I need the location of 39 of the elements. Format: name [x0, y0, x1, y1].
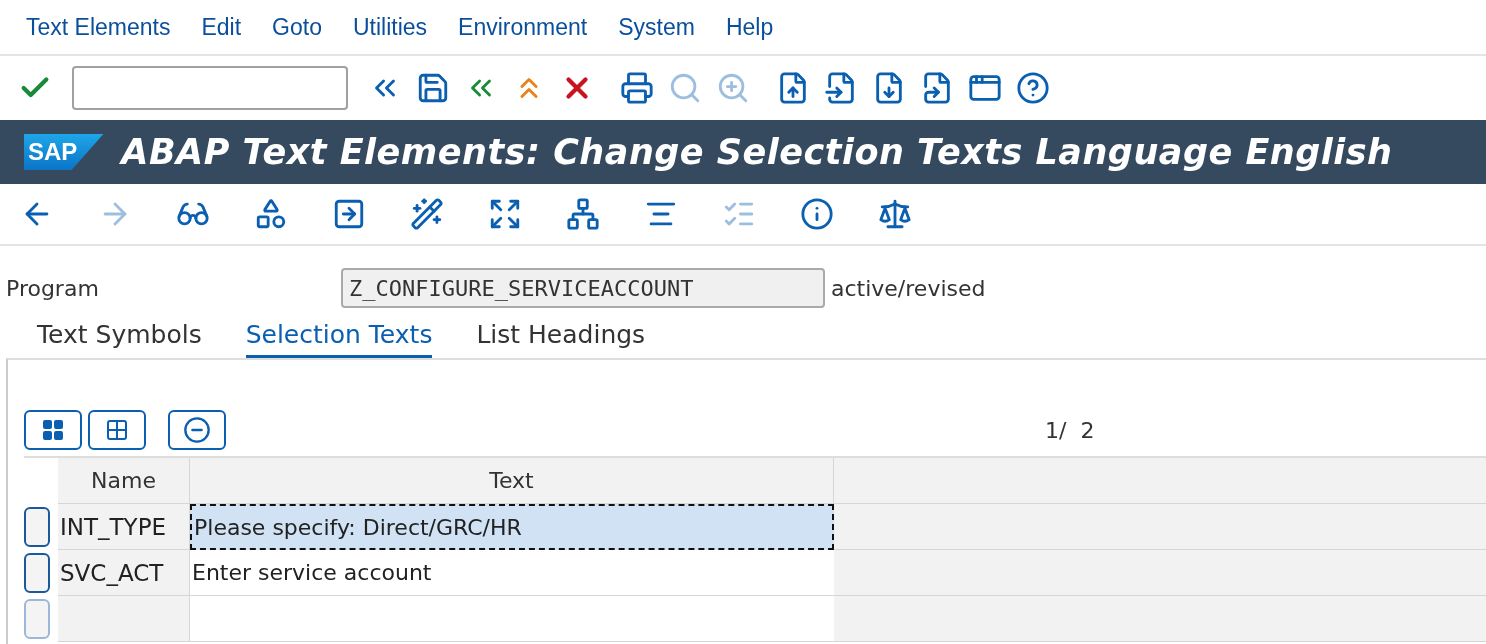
menu-item[interactable]: System: [618, 13, 695, 41]
column-header: Text: [190, 458, 834, 504]
status-text: active/revised: [831, 275, 986, 301]
row-selector[interactable]: [24, 553, 50, 593]
tab[interactable]: Selection Texts: [245, 320, 433, 358]
info-icon[interactable]: [800, 197, 834, 231]
text-input-cell[interactable]: Please specify: Direct/GRC/HR: [190, 504, 834, 550]
scale-icon[interactable]: [878, 197, 912, 231]
menu-item[interactable]: Goto: [272, 13, 322, 41]
save-icon[interactable]: [416, 71, 450, 105]
program-field[interactable]: Z_CONFIGURE_SERVICEACCOUNT: [341, 268, 825, 308]
delete-row-button[interactable]: [168, 410, 226, 450]
table-cell: SVC_ACT: [58, 550, 190, 596]
help-icon[interactable]: [1016, 71, 1050, 105]
grid-outline-icon: [105, 418, 129, 442]
menu-item[interactable]: Text Elements: [26, 13, 171, 41]
sap-logo: SAP: [24, 134, 104, 170]
program-label: Program: [5, 275, 100, 301]
menu-item[interactable]: Utilities: [352, 13, 428, 41]
tab[interactable]: Text Symbols: [37, 320, 202, 358]
menu-item[interactable]: Edit: [201, 13, 242, 41]
column-header: Name: [58, 458, 190, 504]
menu-item[interactable]: Help: [725, 13, 774, 41]
shapes-icon[interactable]: [254, 197, 288, 231]
arrow-box-icon[interactable]: [332, 197, 366, 231]
deselect-all-button[interactable]: [88, 410, 146, 450]
row-selector[interactable]: [24, 507, 50, 547]
table-cell: INT_TYPE: [58, 504, 190, 550]
printer-icon[interactable]: [620, 71, 654, 105]
window-title: ABAP Text Elements: Change Selection Texts Language English: [121, 132, 1393, 172]
select-all-button[interactable]: [24, 410, 82, 450]
minus-circle-icon: [183, 416, 211, 444]
tab[interactable]: List Headings: [476, 320, 646, 358]
page-indicator: 1/ 2: [1045, 417, 1095, 443]
magic-wand-icon[interactable]: [410, 197, 444, 231]
command-field[interactable]: [72, 66, 348, 110]
menu-item[interactable]: Environment: [458, 13, 588, 41]
hierarchy-icon[interactable]: [566, 197, 600, 231]
expand-icon[interactable]: [488, 197, 522, 231]
